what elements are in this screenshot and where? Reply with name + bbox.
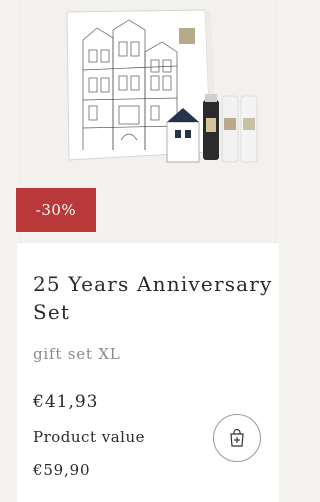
product-price: €41,93 [33, 392, 99, 412]
shopping-bag-add-icon [230, 428, 244, 447]
product-title[interactable]: 25 Years Anniversary Set [33, 270, 273, 326]
add-to-cart-button[interactable] [213, 414, 261, 462]
product-subtitle: gift set XL [33, 345, 121, 363]
discount-badge: -30% [16, 188, 96, 232]
product-old-price: €59,90 [33, 461, 91, 479]
product-value-label: Product value [33, 428, 146, 446]
